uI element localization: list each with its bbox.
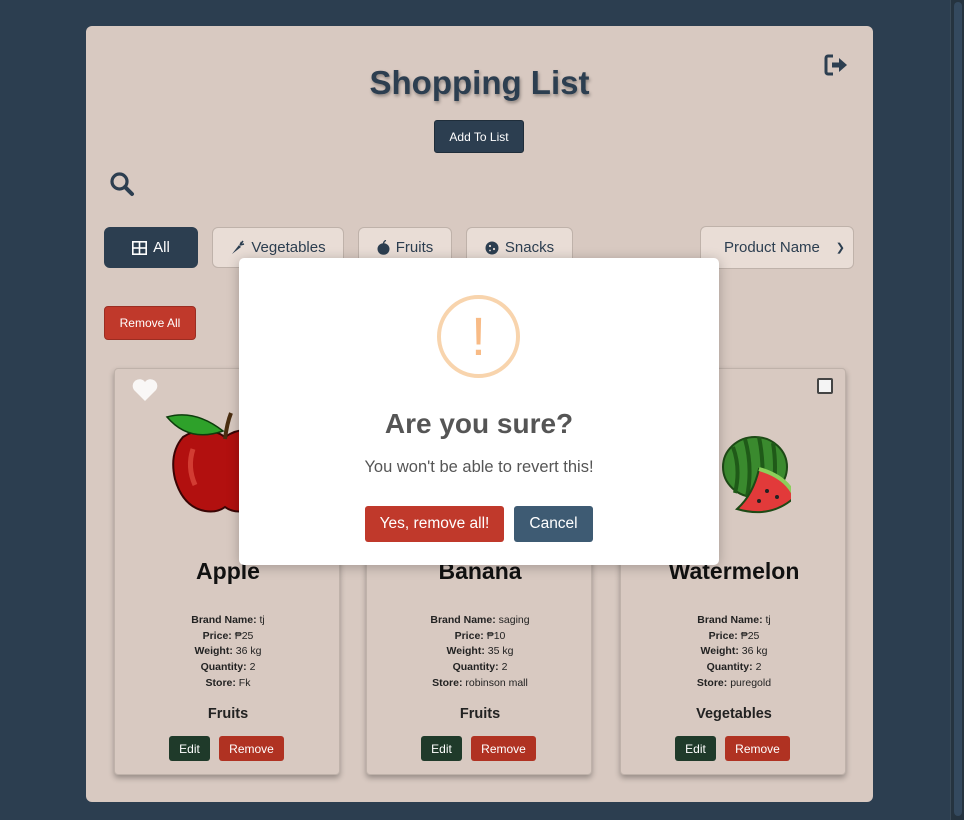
dialog-title: Are you sure?	[384, 408, 574, 439]
scrollbar-thumb[interactable]	[954, 2, 962, 816]
page-scrollbar[interactable]	[950, 0, 964, 820]
confirm-dialog: ! Are you sure? You won't be able to rev…	[239, 258, 719, 565]
cancel-button[interactable]: Cancel	[514, 506, 593, 542]
dialog-message: You won't be able to revert this!	[364, 458, 594, 476]
modal-backdrop[interactable]: ! Are you sure? You won't be able to rev…	[0, 0, 950, 820]
warning-icon: !	[437, 295, 520, 378]
confirm-remove-all-button[interactable]: Yes, remove all!	[365, 506, 504, 542]
